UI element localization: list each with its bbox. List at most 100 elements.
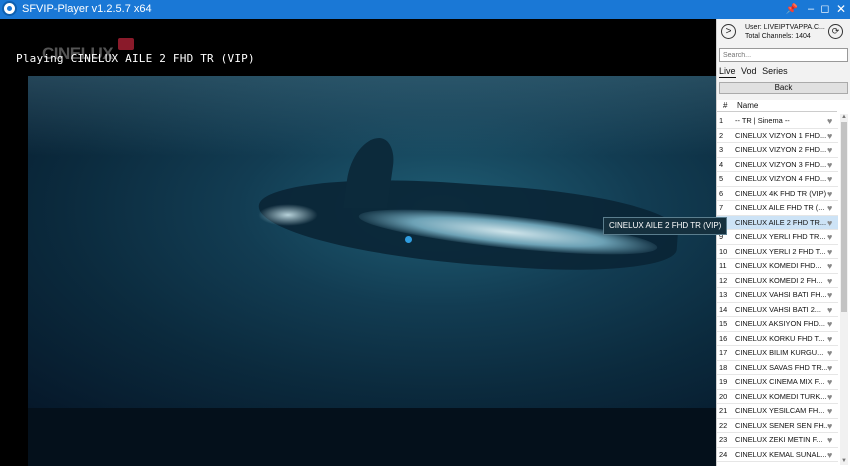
channel-number: 1 xyxy=(719,116,724,125)
channel-row[interactable]: 18 CINELUX SAVAS FHD TR... ♥ xyxy=(717,361,838,375)
forward-icon[interactable]: > xyxy=(721,24,736,39)
channel-name: CINELUX YERLI 2 FHD T... xyxy=(735,246,826,256)
channel-row[interactable]: 7 CINELUX AILE FHD TR (... ♥ xyxy=(717,201,838,216)
channel-name: CINELUX VIZYON 1 FHD... xyxy=(735,130,827,140)
channel-panel: > User: LIVEIPTVAPPA.C... Total Channels… xyxy=(716,19,850,466)
channel-row[interactable]: 21 CINELUX YESILCAM FH... ♥ xyxy=(717,404,838,419)
channel-row[interactable]: 8CINELUX AILE 2 FHD TR...♥ xyxy=(717,215,838,230)
favorite-heart-icon[interactable]: ♥ xyxy=(827,361,832,375)
now-playing-text: Playing CINELUX AILE 2 FHD TR (VIP) xyxy=(16,52,255,65)
video-player[interactable]: CINELUX Playing CINELUX AILE 2 FHD TR (V… xyxy=(0,19,716,466)
channel-name: CINELUX VIZYON 2 FHD... xyxy=(735,145,827,154)
channel-row[interactable]: 24 CINELUX KEMAL SUNAL... ♥ xyxy=(717,448,838,462)
video-frame[interactable] xyxy=(28,76,716,408)
favorite-heart-icon[interactable]: ♥ xyxy=(827,346,832,360)
favorite-heart-icon[interactable]: ♥ xyxy=(827,187,832,201)
channel-row[interactable]: 9 CINELUX YERLI FHD TR... ♥ xyxy=(717,230,838,245)
favorite-heart-icon[interactable]: ♥ xyxy=(827,404,832,418)
channel-row[interactable]: 5 CINELUX VIZYON 4 FHD... ♥ xyxy=(717,172,838,187)
channel-name: CINELUX VAHSI BATI FH... xyxy=(735,290,827,299)
channel-name: CINELUX SENER SEN FH... xyxy=(735,420,827,430)
user-label: User: LIVEIPTVAPPA.C... xyxy=(745,24,825,31)
channel-number: 12 xyxy=(719,275,728,285)
channel-row[interactable]: 19 CINELUX CINEMA MIX F... ♥ xyxy=(717,375,838,390)
channel-number: 13 xyxy=(719,290,728,299)
favorite-heart-icon[interactable]: ♥ xyxy=(827,419,832,433)
channel-number: 6 xyxy=(719,188,724,198)
channel-row[interactable]: 17 CINELUX BILIM KURGU... ♥ xyxy=(717,346,838,361)
close-button[interactable]: ✕ xyxy=(828,0,850,19)
favorite-heart-icon[interactable]: ♥ xyxy=(827,274,832,288)
favorite-heart-icon[interactable]: ♥ xyxy=(827,332,832,346)
favorite-heart-icon[interactable]: ♥ xyxy=(827,129,832,143)
channel-list: # Name 1 -- TR | Sinema -- ♥ 2 CINELUX VIZYO… xyxy=(717,100,850,466)
favorite-heart-icon[interactable]: ♥ xyxy=(827,114,832,128)
favorite-heart-icon[interactable]: ♥ xyxy=(827,158,832,172)
favorite-heart-icon[interactable]: ♥ xyxy=(827,259,832,273)
tab-live[interactable]: Live xyxy=(719,66,736,78)
channel-name: CINELUX KOMEDI TURK... xyxy=(735,391,827,401)
channel-row[interactable]: 22 CINELUX SENER SEN FH... ♥ xyxy=(717,419,838,433)
favorite-heart-icon[interactable]: ♥ xyxy=(827,317,832,331)
channel-name: -- TR | Sinema -- xyxy=(735,116,790,125)
favorite-heart-icon[interactable]: ♥ xyxy=(827,216,832,230)
favorite-heart-icon[interactable]: ♥ xyxy=(827,390,832,404)
favorite-heart-icon[interactable]: ♥ xyxy=(827,448,832,462)
scroll-up-icon[interactable]: ▲ xyxy=(840,114,848,121)
channel-tooltip: CINELUX AILE 2 FHD TR (VIP) xyxy=(603,217,728,235)
channel-row[interactable]: 3 CINELUX VIZYON 2 FHD... ♥ xyxy=(717,143,838,158)
channel-number: 11 xyxy=(719,261,727,270)
channel-name: CINELUX YERLI FHD TR... xyxy=(735,232,826,241)
channel-number: 5 xyxy=(719,174,724,183)
favorite-heart-icon[interactable]: ♥ xyxy=(827,230,832,244)
tab-vod[interactable]: Vod xyxy=(741,66,757,77)
category-tabs: Live Vod Series xyxy=(719,66,791,78)
favorite-heart-icon[interactable]: ♥ xyxy=(827,303,832,317)
channel-name: CINELUX KEMAL SUNAL... xyxy=(735,449,827,459)
channel-row[interactable]: 6 CINELUX 4K FHD TR (VIP) ♥ xyxy=(717,187,838,201)
favorite-heart-icon[interactable]: ♥ xyxy=(827,143,832,157)
channel-name: CINELUX VIZYON 3 FHD... xyxy=(735,159,827,169)
channel-row[interactable]: 15 CINELUX AKSIYON FHD... ♥ xyxy=(717,317,838,332)
channel-number: 2 xyxy=(719,130,724,140)
channel-row[interactable]: 20 CINELUX KOMEDI TURK... ♥ xyxy=(717,390,838,404)
channel-name: CINELUX VIZYON 4 FHD... xyxy=(735,174,827,183)
channel-row[interactable]: 4 CINELUX VIZYON 3 FHD... ♥ xyxy=(717,158,838,172)
channel-name: CINELUX CINEMA MIX F... xyxy=(735,377,825,386)
channel-row[interactable]: 14 CINELUX VAHSI BATI 2... ♥ xyxy=(717,303,838,317)
channel-name: CINELUX VAHSI BATI 2... xyxy=(735,304,821,314)
refresh-icon[interactable]: ⟳ xyxy=(828,24,843,39)
tab-series[interactable]: Series xyxy=(762,66,788,77)
list-scrollbar[interactable]: ▲ ▼ xyxy=(840,114,848,465)
channel-row[interactable]: 23 CINELUX ZEKI METIN F... ♥ xyxy=(717,433,838,448)
back-button[interactable]: Back xyxy=(719,82,848,94)
scroll-down-icon[interactable]: ▼ xyxy=(840,458,848,465)
channel-row[interactable]: 1 -- TR | Sinema -- ♥ xyxy=(717,114,838,129)
channel-row[interactable]: 11 CINELUX KOMEDI FHD... ♥ xyxy=(717,259,838,274)
channel-row[interactable]: 12 CINELUX KOMEDI 2 FH... ♥ xyxy=(717,274,838,288)
channel-row[interactable]: 16 CINELUX KORKU FHD T... ♥ xyxy=(717,332,838,346)
channel-number: 19 xyxy=(719,377,728,386)
channel-row[interactable]: 2 CINELUX VIZYON 1 FHD... ♥ xyxy=(717,129,838,143)
channel-number: 16 xyxy=(719,333,728,343)
favorite-heart-icon[interactable]: ♥ xyxy=(827,245,832,259)
channel-name: CINELUX KORKU FHD T... xyxy=(735,333,825,343)
channel-row[interactable]: 10 CINELUX YERLI 2 FHD T... ♥ xyxy=(717,245,838,259)
header-name[interactable]: Name xyxy=(737,100,758,111)
channel-name: CINELUX AILE 2 FHD TR... xyxy=(735,217,827,227)
channel-name: CINELUX BILIM KURGU... xyxy=(735,348,824,357)
favorite-heart-icon[interactable]: ♥ xyxy=(827,433,832,447)
channel-number: 22 xyxy=(719,420,728,430)
header-num[interactable]: # xyxy=(723,100,727,111)
favorite-heart-icon[interactable]: ♥ xyxy=(827,201,832,215)
channel-name: CINELUX 4K FHD TR (VIP) xyxy=(735,188,827,198)
favorite-heart-icon[interactable]: ♥ xyxy=(827,288,832,302)
favorite-heart-icon[interactable]: ♥ xyxy=(827,375,832,389)
channel-number: 18 xyxy=(719,362,728,372)
favorite-heart-icon[interactable]: ♥ xyxy=(827,172,832,186)
scroll-thumb[interactable] xyxy=(841,122,847,312)
channel-number: 15 xyxy=(719,319,728,328)
channel-number: 20 xyxy=(719,391,728,401)
search-input[interactable] xyxy=(719,48,848,62)
channel-row[interactable]: 13 CINELUX VAHSI BATI FH... ♥ xyxy=(717,288,838,303)
